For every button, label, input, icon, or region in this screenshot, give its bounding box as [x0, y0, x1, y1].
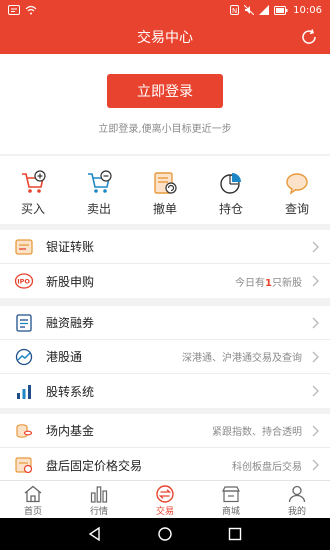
login-tip: 立即登录,便离小目标更近一步 — [98, 124, 232, 135]
tab-home[interactable]: 首页 — [0, 481, 66, 518]
tab-label-store: 商城 — [221, 507, 240, 517]
svg-text:IPO: IPO — [17, 278, 30, 286]
menu-label-fund: 场内基金 — [46, 424, 95, 438]
menu-item-transfer-system[interactable]: 股转系统 — [0, 374, 330, 408]
cancel-order-button[interactable]: 撤单 — [132, 156, 198, 224]
hk-connect-icon — [15, 348, 33, 365]
ipo-icon: IPO — [14, 273, 34, 289]
tab-market[interactable]: 行情 — [66, 481, 132, 518]
wifi-icon — [25, 5, 37, 15]
mute-icon — [244, 5, 255, 15]
menu-group-margin: 融资融券 港股通 深港通、沪港通交易及查询 股转系统 — [0, 306, 330, 408]
menu-group-fund: 场内基金 紧跟指数、持合透明 盘后固定价格交易 科创板盘后交易 — [0, 414, 330, 482]
holdings-label: 持仓 — [218, 202, 243, 216]
chevron-right-icon — [312, 275, 319, 287]
chevron-right-icon — [312, 385, 319, 397]
tab-label-home: 首页 — [23, 507, 42, 517]
menu-label-ipo: 新股申购 — [46, 274, 95, 289]
ipo-count: 1 — [265, 277, 272, 289]
menu-label-hk-connect: 港股通 — [46, 350, 83, 364]
ipo-count-text: 今日有1只新股 — [235, 277, 302, 289]
after-hours-desc: 科创板盘后交易 — [232, 461, 302, 473]
menu-label-margin: 融资融券 — [46, 316, 95, 330]
menu-label-after-hours: 盘后固定价格交易 — [46, 458, 143, 473]
page-title: 交易中心 — [137, 30, 193, 46]
sell-label: 卖出 — [86, 202, 111, 216]
user-icon — [288, 485, 306, 503]
store-icon — [222, 486, 240, 503]
trade-icon — [156, 485, 174, 503]
svg-text:N: N — [232, 7, 237, 15]
sell-button[interactable]: 卖出 — [66, 156, 132, 224]
clock: 10:06 — [293, 4, 322, 16]
chevron-right-icon — [312, 351, 319, 363]
chevron-right-icon — [312, 241, 319, 253]
tab-label-trade: 交易 — [155, 507, 174, 517]
buy-button[interactable]: 买入 — [0, 156, 66, 224]
back-icon[interactable] — [87, 526, 103, 542]
cart-minus-icon — [88, 170, 112, 193]
coins-icon — [16, 423, 33, 438]
hk-connect-desc: 深港通、沪港通交易及查询 — [182, 353, 302, 364]
login-card: 立即登录 立即登录,便离小目标更近一步 — [0, 54, 330, 154]
nfc-icon: N — [230, 5, 240, 15]
home-icon — [24, 485, 42, 503]
tab-label-market: 行情 — [89, 507, 108, 517]
tab-trade[interactable]: 交易 — [132, 481, 198, 518]
menu-group-transfer: 银证转账 IPO 新股申购 今日有1只新股 — [0, 230, 330, 298]
menu-item-ipo[interactable]: IPO 新股申购 今日有1只新股 — [0, 264, 330, 298]
chat-bubble-icon — [286, 173, 308, 195]
app-header: 交易中心 — [0, 20, 330, 54]
cancel-order-icon — [154, 172, 177, 194]
recents-icon[interactable] — [227, 526, 243, 542]
tab-me[interactable]: 我的 — [264, 481, 330, 518]
menu-label-transfer: 银证转账 — [46, 240, 95, 254]
chevron-right-icon — [312, 459, 319, 471]
menu-item-transfer[interactable]: 银证转账 — [0, 230, 330, 264]
bar-growth-icon — [17, 385, 31, 399]
bank-transfer-icon — [15, 238, 33, 255]
tab-store[interactable]: 商城 — [198, 481, 264, 518]
query-button[interactable]: 查询 — [264, 156, 330, 224]
bottom-tab-bar: 首页 行情 交易 商城 我的 — [0, 480, 330, 518]
refresh-icon[interactable] — [300, 28, 318, 46]
fund-desc: 紧跟指数、持合透明 — [212, 427, 302, 438]
battery-icon — [274, 5, 288, 15]
bar-chart-icon — [90, 486, 108, 503]
holdings-button[interactable]: 持仓 — [198, 156, 264, 224]
menu-item-margin[interactable]: 融资融券 — [0, 306, 330, 340]
chevron-right-icon — [312, 425, 319, 437]
menu-item-hk-connect[interactable]: 港股通 深港通、沪港通交易及查询 — [0, 340, 330, 374]
buy-label: 买入 — [20, 202, 45, 216]
query-label: 查询 — [284, 202, 309, 216]
login-button[interactable]: 立即登录 — [107, 74, 223, 108]
menu-item-fund[interactable]: 场内基金 紧跟指数、持合透明 — [0, 414, 330, 448]
menu-item-after-hours[interactable]: 盘后固定价格交易 科创板盘后交易 — [0, 448, 330, 482]
notification-icon — [8, 5, 20, 15]
cart-plus-icon — [22, 170, 46, 193]
quick-actions: 买入 卖出 撤单 持仓 查询 — [0, 156, 330, 224]
menu-label-transfer-system: 股转系统 — [46, 384, 95, 399]
pie-chart-icon — [220, 173, 241, 194]
document-icon — [16, 313, 32, 332]
cancel-order-label: 撤单 — [152, 202, 177, 216]
status-bar: N 10:06 — [0, 0, 330, 20]
chevron-right-icon — [312, 317, 319, 329]
home-circle-icon[interactable] — [157, 526, 173, 542]
system-nav-bar — [0, 518, 330, 550]
tab-label-me: 我的 — [287, 507, 306, 517]
signal-icon — [259, 5, 270, 15]
fixed-price-icon — [15, 457, 33, 474]
